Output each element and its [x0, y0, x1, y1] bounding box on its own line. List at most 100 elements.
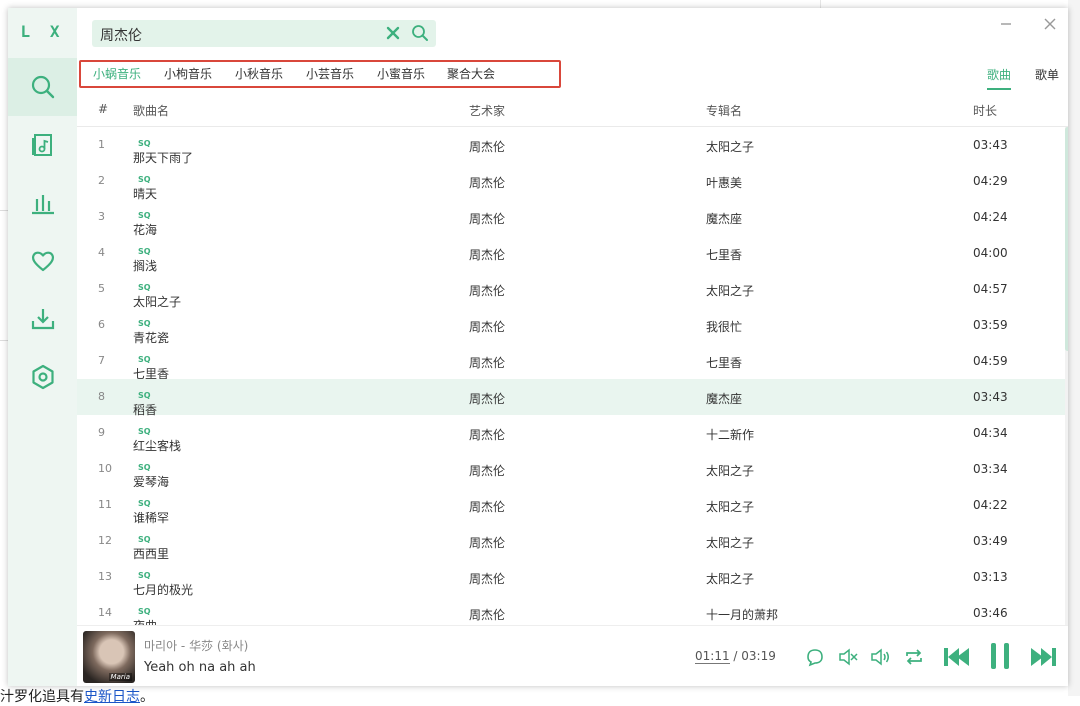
song-album[interactable]: 太阳之子 [706, 462, 754, 479]
current-time: 01:11 [695, 649, 730, 664]
table-row[interactable]: 9 红尘客栈 SQ 周杰伦 十二新作 04:34 [77, 415, 1065, 453]
table-row[interactable]: 14 夜曲SQ 周杰伦 十一月的萧邦 03:46 [77, 595, 1065, 625]
song-album[interactable]: 魔杰座 [706, 390, 742, 407]
song-artist[interactable]: 周杰伦 [469, 246, 505, 263]
row-index: 9 [98, 426, 105, 439]
settings-icon [31, 364, 54, 390]
song-artist[interactable]: 周杰伦 [469, 354, 505, 371]
search-icon[interactable] [410, 23, 430, 43]
song-duration: 03:13 [973, 570, 1008, 584]
song-artist[interactable]: 周杰伦 [469, 534, 505, 551]
song-artist[interactable]: 周杰伦 [469, 318, 505, 335]
song-artist[interactable]: 周杰伦 [469, 570, 505, 587]
clear-icon[interactable] [384, 24, 402, 42]
next-icon[interactable] [1029, 642, 1059, 672]
song-album[interactable]: 太阳之子 [706, 534, 754, 551]
minimize-button[interactable] [996, 14, 1016, 34]
background-text: 汁罗化追具有 [0, 689, 84, 705]
song-duration: 03:46 [973, 606, 1008, 620]
song-album[interactable]: 太阳之子 [706, 498, 754, 515]
album-cover-label: Maria [108, 673, 132, 681]
song-album[interactable]: 七里香 [706, 246, 742, 263]
song-album[interactable]: 太阳之子 [706, 570, 754, 587]
tab-source-3[interactable]: 小秋音乐 [235, 62, 283, 86]
song-artist[interactable]: 周杰伦 [469, 282, 505, 299]
song-artist[interactable]: 周杰伦 [469, 390, 505, 407]
column-title: 歌曲名 [133, 104, 170, 118]
song-duration: 03:34 [973, 462, 1008, 476]
close-button[interactable] [1040, 14, 1060, 34]
song-artist[interactable]: 周杰伦 [469, 210, 505, 227]
scrollbar[interactable] [1065, 127, 1068, 625]
song-album[interactable]: 太阳之子 [706, 138, 754, 155]
song-album[interactable]: 叶惠美 [706, 174, 742, 191]
song-album[interactable]: 十二新作 [706, 426, 754, 443]
song-artist[interactable]: 周杰伦 [469, 462, 505, 479]
tab-songs[interactable]: 歌曲 [987, 66, 1012, 90]
tab-source-5[interactable]: 小蜜音乐 [377, 62, 425, 86]
song-artist[interactable]: 周杰伦 [469, 138, 505, 155]
tab-source-4[interactable]: 小芸音乐 [306, 62, 354, 86]
sidebar-item-settings[interactable] [8, 348, 77, 406]
volume-icon[interactable] [869, 646, 891, 668]
song-artist[interactable]: 周杰伦 [469, 606, 505, 623]
player-bar: Maria 마리아 - 华莎 (화사) Yeah oh na ah ah 01:… [77, 625, 1068, 686]
tab-playlists[interactable]: 歌单 [1035, 66, 1059, 88]
table-row[interactable]: 5 太阳之子 SQ 周杰伦 太阳之子 04:57 [77, 271, 1065, 309]
song-album[interactable]: 七里香 [706, 354, 742, 371]
quality-badge: SQ [138, 427, 151, 436]
table-row[interactable]: 3 花海 SQ 周杰伦 魔杰座 04:24 [77, 199, 1065, 237]
song-album[interactable]: 十一月的萧邦 [706, 606, 778, 623]
chart-icon [31, 195, 54, 215]
song-duration: 04:22 [973, 498, 1008, 512]
table-row[interactable]: 2 晴天 SQ 周杰伦 叶惠美 04:29 [77, 163, 1065, 201]
album-cover[interactable]: Maria [83, 631, 135, 683]
background-rule [0, 210, 8, 211]
repeat-icon[interactable] [903, 646, 925, 668]
pause-icon[interactable] [985, 640, 1015, 672]
background-link[interactable]: 史新日志 [84, 689, 140, 705]
sidebar-item-playlist[interactable] [8, 116, 77, 174]
quality-badge: SQ [138, 391, 151, 400]
song-artist[interactable]: 周杰伦 [469, 426, 505, 443]
sidebar: L X [8, 8, 77, 686]
table-row[interactable]: 6 青花瓷 SQ 周杰伦 我很忙 03:59 [77, 307, 1065, 345]
quality-badge: SQ [138, 355, 151, 364]
previous-icon[interactable] [941, 642, 971, 672]
sidebar-item-download[interactable] [8, 290, 77, 348]
scrollbar-thumb[interactable] [1065, 127, 1068, 351]
row-index: 11 [98, 498, 112, 511]
song-title: 谁稀罕 SQ [133, 498, 169, 525]
sidebar-item-search[interactable] [8, 58, 77, 116]
song-duration: 04:24 [973, 210, 1008, 224]
close-icon [1044, 18, 1056, 30]
tab-source-aggregate[interactable]: 聚合大会 [447, 62, 495, 86]
lyrics-off-icon[interactable] [837, 646, 859, 668]
search-input[interactable] [98, 23, 382, 46]
comment-loop-icon[interactable] [804, 646, 826, 668]
sidebar-item-leaderboard[interactable] [8, 174, 77, 232]
song-album[interactable]: 我很忙 [706, 318, 742, 335]
table-row[interactable]: 10 爱琴海 SQ 周杰伦 太阳之子 03:34 [77, 451, 1065, 489]
table-row[interactable]: 7 七里香 SQ 周杰伦 七里香 04:59 [77, 343, 1065, 381]
app-logo: L X [20, 22, 65, 41]
tab-source-2[interactable]: 小枸音乐 [164, 62, 212, 86]
sidebar-item-favorites[interactable] [8, 232, 77, 290]
table-row[interactable]: 13 七月的极光 SQ 周杰伦 太阳之子 03:13 [77, 559, 1065, 597]
table-row[interactable]: 8 稻香 SQ 周杰伦 魔杰座 03:43 [77, 379, 1065, 417]
song-album[interactable]: 魔杰座 [706, 210, 742, 227]
song-artist[interactable]: 周杰伦 [469, 498, 505, 515]
song-album[interactable]: 太阳之子 [706, 282, 754, 299]
song-artist[interactable]: 周杰伦 [469, 174, 505, 191]
song-title: 七月的极光 SQ [133, 570, 193, 597]
song-title: 那天下雨了 SQ [133, 138, 193, 165]
song-title: 青花瓷 SQ [133, 318, 169, 345]
song-title: 太阳之子 SQ [133, 282, 181, 309]
search-box [92, 20, 436, 47]
table-row[interactable]: 12 西西里 SQ 周杰伦 太阳之子 03:49 [77, 523, 1065, 561]
quality-badge: SQ [138, 499, 151, 508]
tab-source-1[interactable]: 小蜗音乐 [93, 62, 141, 86]
table-row[interactable]: 1 那天下雨了 SQ 周杰伦 太阳之子 03:43 [77, 127, 1065, 165]
table-row[interactable]: 4 搁浅 SQ 周杰伦 七里香 04:00 [77, 235, 1065, 273]
table-row[interactable]: 11 谁稀罕 SQ 周杰伦 太阳之子 04:22 [77, 487, 1065, 525]
